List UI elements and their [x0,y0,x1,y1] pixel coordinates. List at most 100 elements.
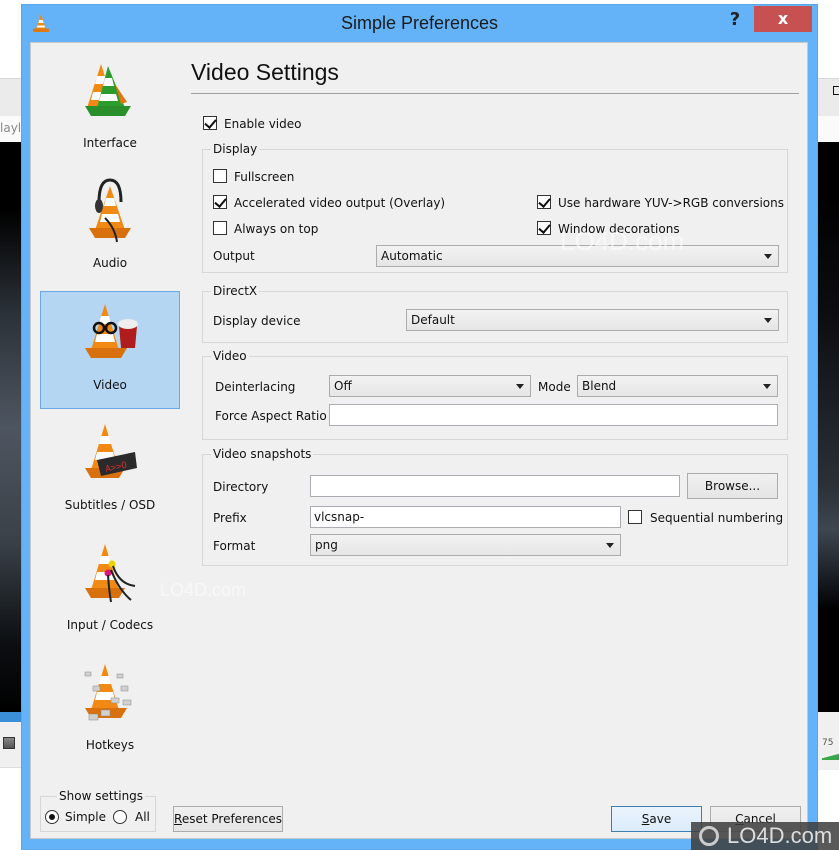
sidebar-item-audio[interactable]: Audio [40,169,180,287]
sidebar-item-hotkeys[interactable]: Hotkeys [40,651,180,769]
display-device-label: Display device [213,314,301,328]
enable-video-label[interactable]: Enable video [224,117,301,131]
background-toolbar-right [818,78,839,116]
all-radio-label[interactable]: All [135,810,150,824]
sidebar-item-label: Interface [83,136,137,150]
sidebar-item-label: Video [93,378,127,392]
simple-radio-label[interactable]: Simple [65,810,106,824]
always-on-top-checkbox[interactable] [213,221,227,235]
close-button[interactable]: x [754,6,812,32]
background-tab-right [818,116,839,142]
subtitles-display-cone-icon: A>>O [85,424,137,478]
chevron-down-icon [764,318,772,323]
category-sidebar: Interface Audio Video A>>O Subtitles / O… [31,43,191,832]
directory-label: Directory [213,480,269,494]
format-label: Format [213,539,256,553]
sidebar-item-input-codecs[interactable]: Input / Codecs [40,531,180,649]
show-settings-title: Show settings [57,789,146,803]
help-button[interactable]: ? [722,7,748,33]
restore-window-icon[interactable] [833,86,839,95]
mode-select[interactable]: Blend [577,375,778,397]
chevron-down-icon [516,384,524,389]
format-value: png [315,538,338,552]
interface-cone-icon [85,64,131,116]
sidebar-item-label: Hotkeys [85,738,135,752]
preferences-dialog: Simple Preferences ? x Interface Audio V… [21,4,818,850]
audio-headphones-cone-icon [89,178,131,243]
display-device-value: Default [411,313,455,327]
video-settings-panel: Video Settings Enable video Display Full… [191,43,803,783]
watermark-logo-icon [699,826,719,846]
mode-label: Mode [538,380,571,394]
video-snapshots-group: Video snapshots Directory Browse... Pref… [202,447,788,566]
browse-button[interactable]: Browse... [687,473,778,499]
volume-slider[interactable] [822,752,839,760]
sidebar-item-label: Subtitles / OSD [64,498,156,512]
accelerated-output-label[interactable]: Accelerated video output (Overlay) [234,196,445,210]
reset-label: eset Preferences [181,812,282,826]
deinterlacing-value: Off [334,379,352,393]
background-video-area-right [818,142,839,712]
fullscreen-label[interactable]: Fullscreen [234,170,294,184]
output-label: Output [213,249,255,263]
sidebar-item-video[interactable]: Video [40,291,180,409]
prefix-label: Prefix [213,511,247,525]
reset-mnemonic: R [174,812,182,826]
accelerated-output-checkbox[interactable] [213,195,227,209]
background-toolbar [0,78,22,116]
directx-group-title: DirectX [211,284,260,298]
dialog-client-area: Interface Audio Video A>>O Subtitles / O… [30,42,808,839]
directx-group: DirectX Display device Default [202,284,788,343]
save-button[interactable]: Save [611,806,702,832]
video-group-title: Video [211,349,249,363]
video-group: Video Deinterlacing Off Mode Blend Force… [202,349,788,440]
sidebar-item-interface[interactable]: Interface [40,49,180,167]
stop-icon[interactable] [3,737,15,749]
directory-input[interactable] [310,475,680,497]
sequential-numbering-checkbox[interactable] [628,510,642,524]
watermark-badge: LO4D.com [691,822,839,850]
video-glasses-popcorn-cone-icon [85,304,138,358]
mode-value: Blend [582,379,617,393]
sidebar-item-label: Audio [92,256,128,270]
hardware-yuv-checkbox[interactable] [537,195,551,209]
window-decorations-checkbox[interactable] [537,221,551,235]
display-group-title: Display [211,142,260,156]
display-device-select[interactable]: Default [406,309,779,331]
force-aspect-ratio-input[interactable] [329,404,778,426]
deinterlacing-select[interactable]: Off [329,375,531,397]
hardware-yuv-label[interactable]: Use hardware YUV->RGB conversions [558,196,784,210]
output-value: Automatic [381,249,443,263]
window-decorations-label[interactable]: Window decorations [558,222,680,236]
video-snapshots-group-title: Video snapshots [211,447,314,461]
display-group: Display Fullscreen Accelerated video out… [202,142,788,273]
force-aspect-ratio-label: Force Aspect Ratio [215,409,327,423]
enable-video-checkbox[interactable] [203,116,217,130]
reset-preferences-button[interactable]: Reset Preferences [173,806,283,832]
watermark-badge-text: LO4D.com [727,823,833,848]
background-video-area [0,142,22,712]
window-title: Simple Preferences [340,13,499,33]
deinterlacing-label: Deinterlacing [215,380,296,394]
fullscreen-checkbox[interactable] [213,169,227,183]
prefix-input[interactable]: vlcsnap- [310,506,621,528]
simple-radio[interactable] [45,810,59,824]
chevron-down-icon [763,384,771,389]
sequential-numbering-label[interactable]: Sequential numbering [650,511,783,525]
chevron-down-icon [606,543,614,548]
sidebar-item-label: Input / Codecs [66,618,154,632]
volume-level: 75 [822,738,834,748]
hotkeys-keys-cone-icon [84,664,132,721]
save-label: ave [649,812,672,826]
format-select[interactable]: png [310,534,621,556]
all-radio[interactable] [113,810,127,824]
always-on-top-label[interactable]: Always on top [234,222,318,236]
output-select[interactable]: Automatic [376,245,779,267]
background-playlist-tab: layl [0,116,22,142]
title-divider [191,93,799,94]
background-seekbar [0,712,22,722]
show-settings-group: Show settings Simple All [40,789,156,832]
chevron-down-icon [764,254,772,259]
title-bar[interactable]: Simple Preferences ? x [22,5,817,41]
sidebar-item-subtitles-osd[interactable]: A>>O Subtitles / OSD [40,411,180,529]
